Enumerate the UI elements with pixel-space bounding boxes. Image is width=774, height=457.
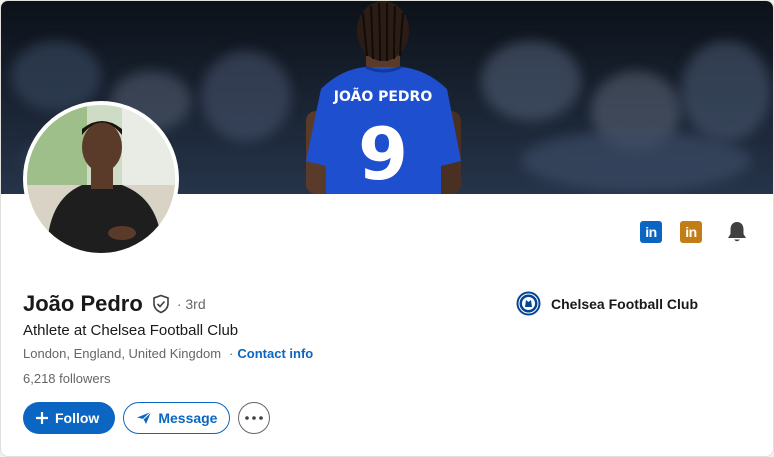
avatar-photo (27, 105, 175, 253)
company-name: Chelsea Football Club (551, 295, 699, 312)
profile-actions: Follow Message (23, 402, 271, 434)
header-icons: in in (639, 220, 749, 244)
plus-icon (36, 412, 48, 424)
profile-location: London, England, United Kingdom (23, 346, 222, 361)
verified-shield-icon[interactable] (151, 294, 171, 314)
avatar[interactable] (23, 101, 179, 257)
chelsea-crest-icon (516, 291, 541, 316)
follow-label: Follow (55, 410, 100, 426)
send-icon (137, 411, 152, 424)
follow-button[interactable]: Follow (23, 402, 116, 434)
message-button[interactable]: Message (123, 402, 231, 434)
separator-dot: · (229, 346, 234, 361)
bell-icon[interactable] (725, 220, 749, 244)
linkedin-icon[interactable]: in (639, 220, 663, 244)
contact-info-link[interactable]: Contact info (237, 346, 313, 361)
profile-card: JOÃO PEDRO 9 in in João Pedro · 3rd Athl… (0, 0, 774, 457)
linkedin-premium-icon[interactable]: in (679, 220, 703, 244)
name-row: João Pedro · 3rd (23, 291, 206, 317)
jersey-name: JOÃO PEDRO (333, 88, 433, 105)
message-label: Message (158, 410, 218, 426)
jersey-number: 9 (358, 112, 408, 194)
profile-name: João Pedro (23, 291, 143, 316)
location-row: London, England, United Kingdom · Contac… (23, 346, 313, 361)
profile-headline: Athlete at Chelsea Football Club (23, 322, 239, 339)
current-company[interactable]: Chelsea Football Club (516, 291, 698, 316)
more-button[interactable] (238, 402, 271, 434)
player-jersey-image: JOÃO PEDRO 9 (306, 1, 461, 194)
more-horizontal-icon (245, 416, 264, 420)
connection-degree: · 3rd (176, 296, 206, 312)
followers-count: 6,218 followers (23, 371, 111, 386)
